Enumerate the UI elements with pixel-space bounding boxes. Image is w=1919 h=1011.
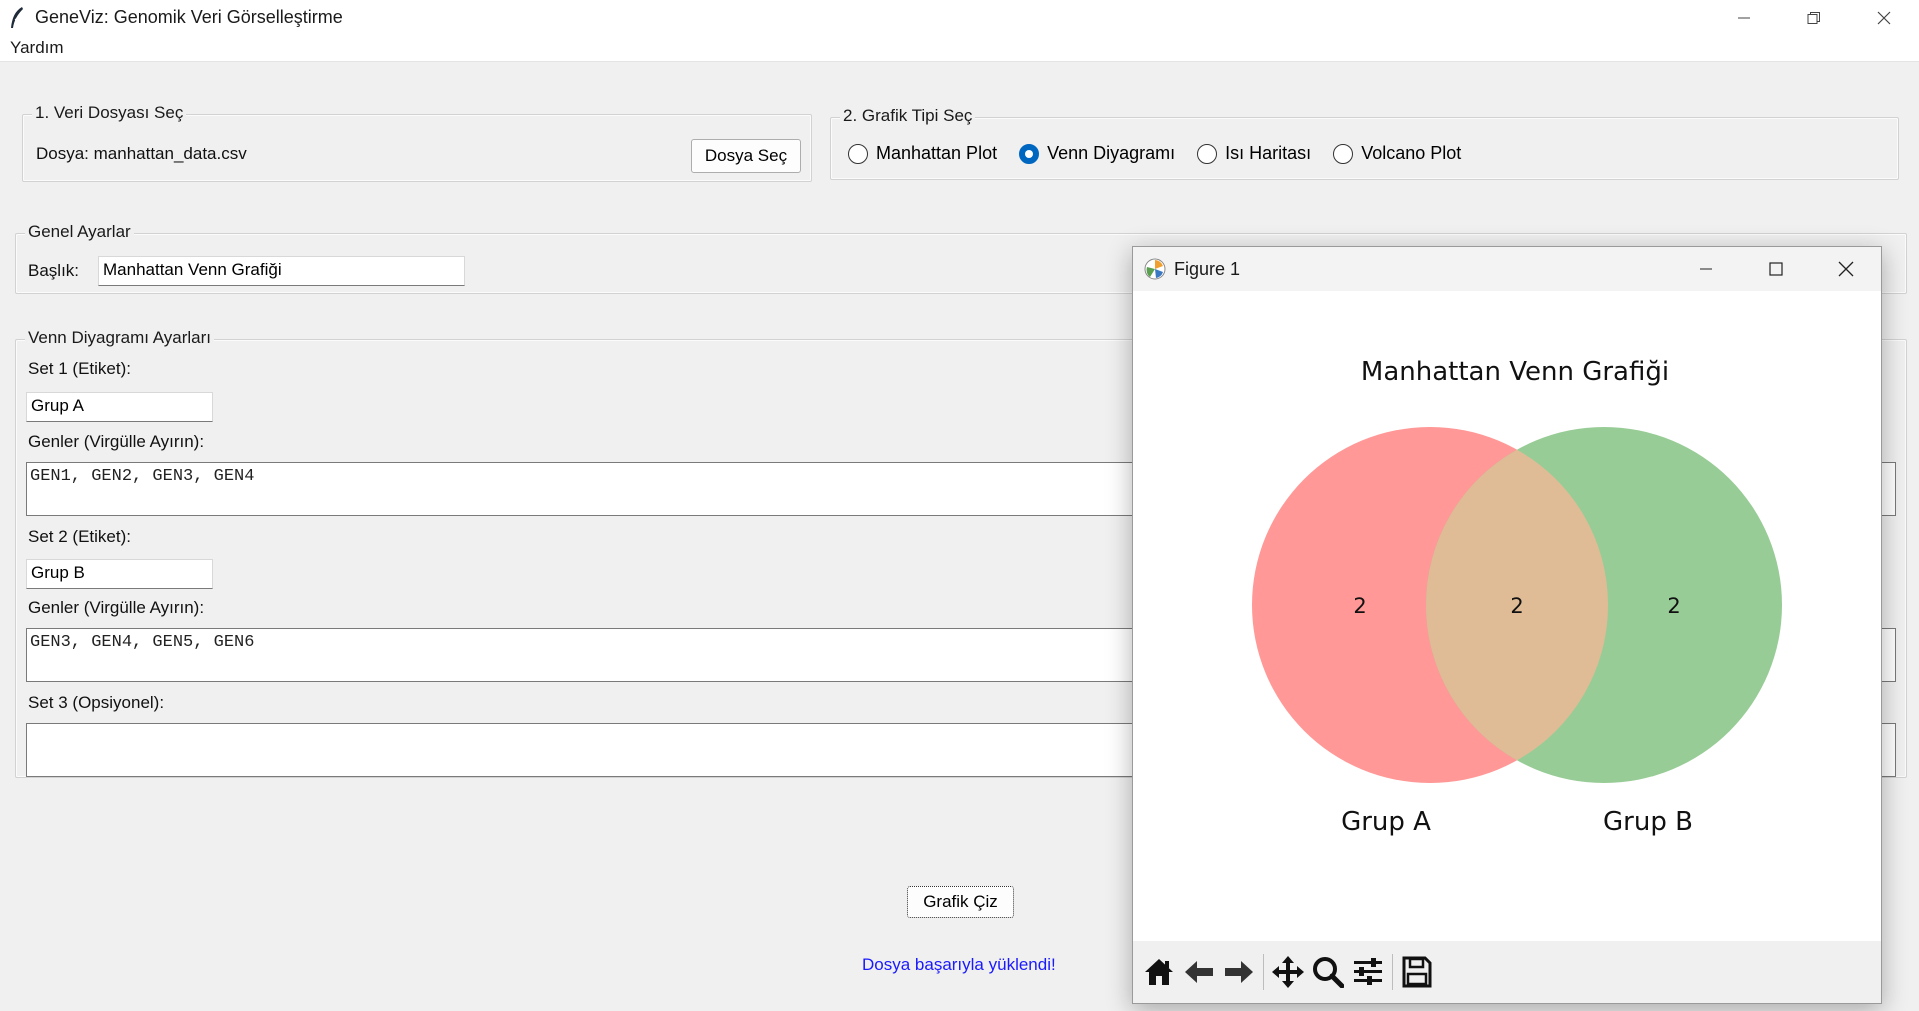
menu-bar: Yardım: [0, 35, 1919, 62]
radio-label: Venn Diyagramı: [1047, 143, 1176, 163]
home-icon: [1145, 959, 1173, 985]
plot-canvas[interactable]: Manhattan Venn Grafiği 2 2 2 Grup A Grup B: [1133, 291, 1881, 941]
choose-file-button[interactable]: Dosya Seç: [691, 139, 801, 173]
title-input[interactable]: Manhattan Venn Grafiği: [98, 256, 465, 286]
chart-type-radio-group: Manhattan Plot Venn Diyagramı Isı Harita…: [848, 143, 1483, 164]
matplotlib-logo-icon: [1144, 258, 1166, 280]
configure-subplots-button[interactable]: [1348, 950, 1388, 994]
figure-title-bar: Figure 1: [1133, 247, 1881, 291]
window-title: GeneViz: Genomik Veri Görselleştirme: [35, 7, 343, 27]
set3-label: Set 3 (Opsiyonel):: [28, 693, 165, 712]
chart-type-legend: 2. Grafik Tipi Seç: [840, 106, 976, 126]
title-bar: GeneViz: Genomik Veri Görselleştirme: [0, 0, 1919, 35]
pan-button[interactable]: [1268, 950, 1308, 994]
venn-set-label: Grup B: [1603, 807, 1693, 837]
minimize-icon: [1738, 17, 1750, 18]
set2-label: Set 2 (Etiket):: [28, 527, 131, 546]
close-icon: [1877, 11, 1891, 24]
genes1-label: Genler (Virgülle Ayırın):: [28, 432, 205, 451]
maximize-icon: [1769, 262, 1783, 276]
draw-chart-button[interactable]: Grafik Çiz: [907, 886, 1014, 918]
back-button[interactable]: [1179, 950, 1219, 994]
forward-arrow-icon: [1225, 961, 1253, 983]
venn-region-count: 2: [1353, 594, 1366, 618]
close-button[interactable]: [1849, 0, 1919, 35]
back-arrow-icon: [1185, 961, 1213, 983]
chart-title: Manhattan Venn Grafiği: [1361, 357, 1669, 387]
pan-icon: [1272, 956, 1304, 988]
save-button[interactable]: [1397, 950, 1437, 994]
file-name-label: Dosya: manhattan_data.csv: [36, 144, 247, 163]
toolbar-separator: [1392, 954, 1393, 990]
set1-label: Set 1 (Etiket):: [28, 359, 131, 378]
genes2-label: Genler (Virgülle Ayırın):: [28, 598, 205, 617]
forward-button[interactable]: [1219, 950, 1259, 994]
venn-region-count: 2: [1667, 594, 1680, 618]
zoom-button[interactable]: [1308, 950, 1348, 994]
chart-type-group: 2. Grafik Tipi Seç Manhattan Plot Venn D…: [830, 106, 1899, 180]
radio-label: Manhattan Plot: [876, 143, 998, 163]
home-button[interactable]: [1139, 950, 1179, 994]
figure-window: Figure 1 Manhattan Venn Grafiği 2 2 2 Grup …: [1132, 246, 1882, 1004]
radio-circle: [1197, 143, 1218, 164]
radio-circle-selected: [1019, 143, 1040, 164]
menu-help[interactable]: Yardım: [0, 38, 64, 58]
radio-circle: [1333, 143, 1354, 164]
data-file-legend: 1. Veri Dosyası Seç: [32, 103, 187, 123]
figure-maximize-button[interactable]: [1741, 247, 1811, 291]
radio-label: Volcano Plot: [1361, 143, 1462, 163]
venn-region-count: 2: [1510, 594, 1523, 618]
save-icon: [1402, 956, 1432, 988]
radio-volcano-plot[interactable]: Volcano Plot: [1333, 143, 1461, 164]
venn-settings-legend: Venn Diyagramı Ayarları: [25, 328, 214, 348]
zoom-icon: [1313, 957, 1344, 988]
general-settings-legend: Genel Ayarlar: [25, 222, 134, 242]
figure-window-title: Figure 1: [1174, 258, 1241, 279]
data-file-group: 1. Veri Dosyası Seç Dosya: manhattan_dat…: [22, 103, 812, 182]
radio-heatmap[interactable]: Isı Haritası: [1197, 143, 1311, 164]
radio-manhattan-plot[interactable]: Manhattan Plot: [848, 143, 997, 164]
title-label: Başlık:: [28, 261, 80, 280]
set2-input[interactable]: Grup B: [26, 559, 213, 589]
restore-button[interactable]: [1779, 0, 1849, 35]
radio-label: Isı Haritası: [1225, 143, 1312, 163]
minimize-button[interactable]: [1709, 0, 1779, 35]
status-message: Dosya başarıyla yüklendi!: [862, 955, 1056, 974]
configure-subplots-icon: [1354, 958, 1382, 985]
radio-venn-diagram[interactable]: Venn Diyagramı: [1019, 143, 1175, 164]
minimize-icon: [1700, 268, 1712, 270]
set1-input[interactable]: Grup A: [26, 392, 213, 422]
feather-app-icon: [0, 6, 34, 30]
restore-icon: [1807, 11, 1820, 24]
figure-close-button[interactable]: [1811, 247, 1881, 291]
venn-set-label: Grup A: [1341, 807, 1431, 837]
figure-toolbar: [1133, 941, 1881, 1003]
figure-minimize-button[interactable]: [1671, 247, 1741, 291]
close-icon: [1838, 261, 1854, 277]
radio-circle: [848, 143, 868, 164]
toolbar-separator: [1263, 954, 1264, 990]
venn-chart: Manhattan Venn Grafiği 2 2 2 Grup A Grup B: [1252, 357, 1782, 837]
